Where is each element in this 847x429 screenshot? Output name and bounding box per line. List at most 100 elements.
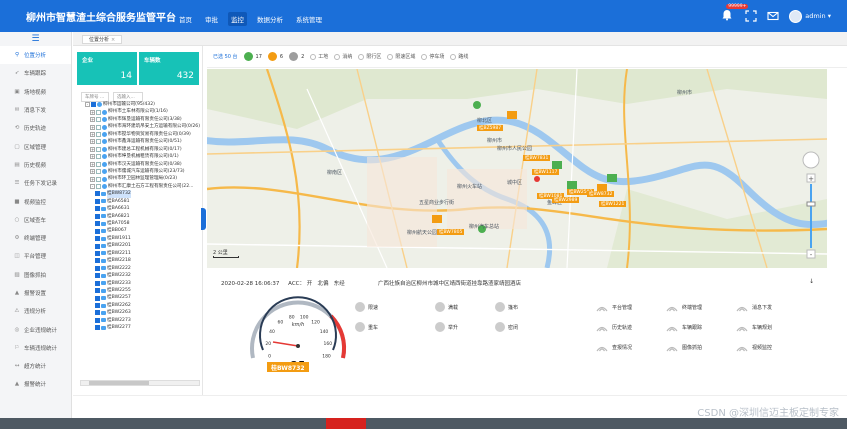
tree-vehicle-node[interactable]: 桂BW2218 [85,257,203,264]
tree-checkbox[interactable] [96,184,101,190]
control-button[interactable]: 图像抓拍 [665,342,702,352]
tree-org-node[interactable]: + 柳州市建总工程机械有限公司(0/17) [85,146,203,153]
tree-checkbox[interactable] [95,258,100,264]
online-count[interactable]: 17 [243,52,262,61]
sidebar-item-history[interactable]: ⟲ 历史轨迹 [0,119,71,137]
tree-org-node[interactable]: + 柳州市汉天运输有限责任公司(0/38) [85,161,203,168]
sidebar-item-camera[interactable]: ■ 视频监控 [0,192,71,210]
expand-toggle-icon[interactable]: + [90,117,95,123]
offline-count[interactable]: 2 [289,52,304,61]
sidebar-item-platform[interactable]: ◫ 平台管理 [0,247,71,265]
map-canvas[interactable] [207,69,827,268]
tree-checkbox[interactable] [95,325,100,331]
tree-checkbox[interactable] [96,176,101,182]
map-vehicle-plate[interactable]: 桂BW1221 [599,201,627,207]
tree-org-node[interactable]: - 柳州市运输公司(95/432) [85,101,203,108]
control-button[interactable]: 历史轨迹 [595,322,632,332]
expand-toggle-icon[interactable]: + [90,161,95,167]
nav-system-management[interactable]: 系统管理 [293,12,325,26]
tree-vehicle-node[interactable]: 桂BA6581 [85,198,203,205]
user-menu[interactable]: admin ▾ [789,9,831,23]
map-vehicle-plate[interactable]: 桂BW2989 [552,197,580,203]
expand-toggle-icon[interactable]: - [90,184,95,190]
sidebar-item-violation[interactable]: ⚠ 违规分析 [0,302,71,320]
map-zoom-control[interactable]: + - [801,150,821,262]
tree-vehicle-node[interactable]: 桂BW2211 [85,250,203,257]
filter-speed-zone[interactable]: 限速区域 [387,53,415,60]
tree-vehicle-node[interactable]: 桂BW2277 [85,324,203,331]
tree-org-node[interactable]: - 柳州市汇康土石方工程有限责任公司(22... [85,183,203,190]
panel-collapse-arrow[interactable]: ↓ [809,278,814,285]
map-view[interactable]: 柳州市 柳北区 柳南区 城中区 鱼峰区 柳州市 五星商业步行街 柳州汽车总站 柳州市人民公园 柳州… [207,69,827,268]
tree-checkbox[interactable] [96,169,101,175]
tree-checkbox[interactable] [95,221,100,227]
zoom-slider-handle[interactable] [806,201,816,207]
expand-toggle-icon[interactable]: + [90,124,95,130]
sidebar-toggle[interactable]: ☰ [0,32,71,46]
tree-vehicle-node[interactable]: 桂BW2232 [85,272,203,279]
tree-checkbox[interactable] [96,117,101,123]
tab-close-icon[interactable]: × [111,37,115,43]
control-button[interactable]: 终端管理 [665,302,702,312]
tree-vehicle-node[interactable]: 桂BA6631 [85,205,203,212]
tree-vehicle-node[interactable]: 桂BA7058 [85,220,203,227]
tree-checkbox[interactable] [95,295,100,301]
sidebar-item-warn-stat[interactable]: ▲ 报警统计 [0,375,71,393]
tree-vehicle-node[interactable]: 桂BW1911 [85,235,203,242]
scrollbar-thumb[interactable] [89,381,149,385]
map-vehicle-plate[interactable]: 桂BW1117 [532,169,560,175]
map-vehicle-plate[interactable]: 桂BW7805 [437,229,465,235]
filter-route[interactable]: 路线 [450,53,468,60]
tree-org-node[interactable]: + 柳州市辉垦运输有限责任公司(3/38) [85,116,203,123]
tree-checkbox[interactable] [95,288,100,294]
tree-vehicle-node[interactable]: 桂BW8732 [85,190,203,198]
map-vehicle-plate[interactable]: 桂BW8732 [587,191,615,197]
tree-checkbox[interactable] [95,280,100,286]
tree-checkbox[interactable] [95,206,100,212]
control-button[interactable]: 车辆规划 [735,322,772,332]
pan-control[interactable] [802,151,820,169]
tab-location-analysis[interactable]: 位置分析 × [82,35,123,44]
tree-checkbox[interactable] [95,317,100,323]
tree-checkbox[interactable] [96,161,101,167]
expand-toggle-icon[interactable]: + [90,131,95,137]
expand-toggle-icon[interactable]: + [90,139,95,145]
tree-org-node[interactable]: + 柳州市搅华物资贸易有限责任公司(0/39) [85,131,203,138]
nav-home[interactable]: 首页 [176,12,195,26]
map-vehicle-plate[interactable]: 桂BZ5987 [477,125,504,131]
tree-checkbox[interactable] [96,131,101,137]
filter-parking[interactable]: 停车场 [421,53,444,60]
nav-approval[interactable]: 审批 [202,12,221,26]
tree-vehicle-node[interactable]: 桂BW2263 [85,309,203,316]
sidebar-item-company-stat[interactable]: ◎ 企业违规统计 [0,320,71,338]
nav-data-analysis[interactable]: 数据分析 [254,12,286,26]
moving-count[interactable]: 6 [267,52,283,61]
sidebar-item-terminal[interactable]: ⚙ 终端管理 [0,229,71,247]
fullscreen-icon[interactable] [745,10,757,22]
tree-org-node[interactable]: + 柳州市海环建筑吊安土方运输有限公司(0/26) [85,123,203,130]
tree-vehicle-node[interactable]: 桂BW2273 [85,317,203,324]
tree-org-node[interactable]: + 柳州市鑫泽运输有限责任公司(0/51) [85,138,203,145]
sidebar-item-message[interactable]: ✉ 消息下发 [0,101,71,119]
notification-bell[interactable]: 99999+ [721,4,749,23]
tree-checkbox[interactable] [91,102,96,108]
tree-vehicle-node[interactable]: 桂BW2201 [85,242,203,249]
tree-checkbox[interactable] [96,139,101,145]
tree-org-node[interactable]: + 柳州市儒城汽车运输有限公司(23/73) [85,168,203,175]
map-vehicle-plate[interactable]: 桂BW7831 [523,155,551,161]
tree-checkbox[interactable] [95,273,100,279]
sidebar-item-track[interactable]: ➶ 车辆跟踪 [0,64,71,82]
tree-checkbox[interactable] [96,124,101,130]
tree-vehicle-node[interactable]: 桂BA6821 [85,213,203,220]
tree-checkbox[interactable] [96,109,101,115]
tree-checkbox[interactable] [95,265,100,271]
tree-checkbox[interactable] [95,243,100,249]
sidebar-item-over-stat[interactable]: ↔ 超方统计 [0,357,71,375]
control-button[interactable]: 平台管理 [595,302,632,312]
tree-org-node[interactable]: + 柳州市土车林有限公司(1/16) [85,108,203,115]
filter-restricted[interactable]: 限行区 [358,53,381,60]
tree-vehicle-node[interactable]: 桂BB067 [85,227,203,234]
sidebar-item-search-car[interactable]: ○ 区域查车 [0,211,71,229]
tree-vehicle-node[interactable]: 桂BW2255 [85,287,203,294]
sidebar-item-area[interactable]: ▢ 区域管理 [0,137,71,155]
